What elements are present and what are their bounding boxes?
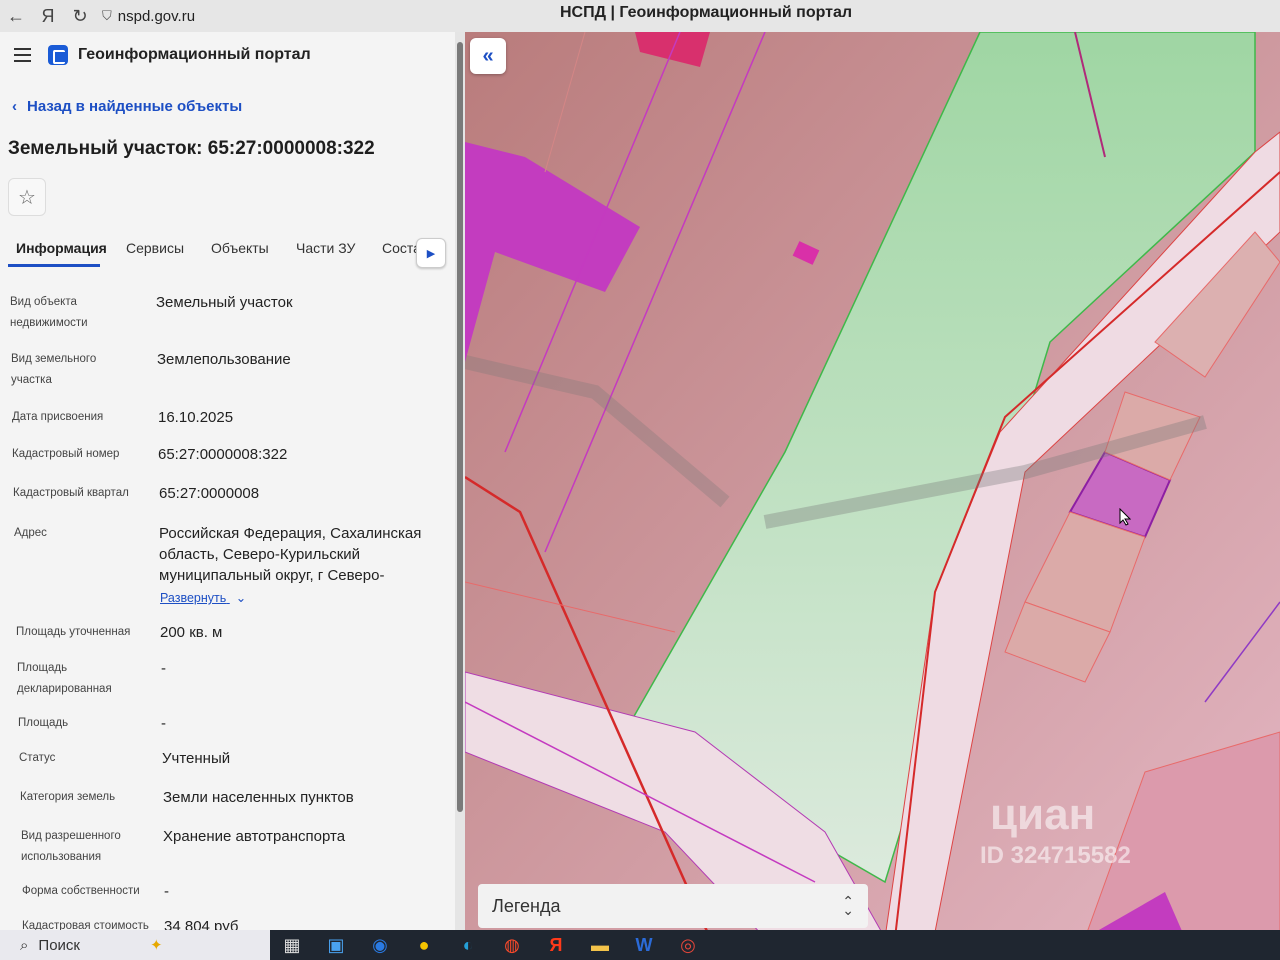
field-label: Статус	[19, 752, 56, 764]
search-icon: ⌕	[20, 936, 29, 954]
field-value: Учтенный	[162, 750, 231, 767]
chevron-left-icon: ‹	[12, 98, 17, 115]
word-icon[interactable]: W	[622, 930, 666, 960]
search-label: Поиск	[38, 936, 80, 954]
sparkle-icon: ✦	[149, 937, 163, 954]
field-label: Адрес	[14, 527, 47, 539]
yandex-icon[interactable]: Я	[534, 930, 578, 960]
back-to-results-link[interactable]: ‹ Назад в найденные объекты	[12, 98, 242, 115]
mouse-cursor-icon	[1119, 508, 1131, 526]
panel-scrollbar[interactable]	[455, 32, 465, 930]
info-panel: Геоинформационный портал ‹ Назад в найде…	[0, 32, 455, 930]
cadastral-map[interactable]	[465, 32, 1280, 938]
chrome-icon[interactable]: ◎	[666, 930, 710, 960]
reload-icon[interactable]: ↻	[64, 6, 96, 27]
back-arrow-icon[interactable]: ←	[0, 6, 32, 27]
field-label: Вид разрешенного использования	[21, 830, 121, 863]
expand-label: Развернуть	[160, 591, 227, 605]
chevron-down-icon: ⌄	[235, 591, 247, 605]
panel-header: Геоинформационный портал	[0, 32, 455, 78]
task-view-icon[interactable]: ▦	[270, 930, 314, 960]
field-label: Форма собственности	[22, 885, 140, 897]
tab-bar: Информация Сервисы Объекты Части ЗУ Сост…	[0, 232, 455, 268]
field-value: Российская Федерация, Сахалинская област…	[159, 525, 422, 584]
field-label: Вид объекта недвижимости	[10, 296, 88, 329]
field-value: 16.10.2025	[158, 409, 234, 426]
menu-icon[interactable]	[4, 37, 40, 73]
field-value: 200 кв. м	[160, 624, 223, 641]
tab-title: НСПД | Геоинформационный портал	[560, 4, 853, 21]
shield-icon: ⛉	[102, 8, 112, 23]
scrollbar-thumb[interactable]	[457, 42, 463, 812]
field-label: Площадь декларированная	[17, 662, 112, 695]
map-view[interactable]	[465, 32, 1280, 938]
app-icon[interactable]: ●	[402, 930, 446, 960]
field-value: Землепользование	[157, 351, 291, 368]
favorite-star-icon[interactable]: ☆	[8, 178, 46, 216]
tabs-next-arrow-icon[interactable]: ▶	[416, 238, 446, 268]
collapse-panel-button[interactable]: «	[470, 38, 506, 74]
legend-dropdown[interactable]: Легенда ⌃ ⌄	[478, 884, 868, 928]
portal-logo-icon	[48, 45, 68, 65]
yandex-icon[interactable]: Я	[32, 6, 64, 27]
field-value: 34 804 руб	[164, 918, 239, 930]
field-label: Кадастровая стоимость	[22, 920, 149, 930]
portal-title: Геоинформационный портал	[78, 46, 311, 63]
field-label: Категория земель	[20, 791, 116, 803]
page-title: Земельный участок: 65:27:0000008:322	[8, 138, 375, 159]
expand-address-link[interactable]: Развернуть ⌄	[160, 590, 246, 605]
field-label: Вид земельного участка	[11, 353, 97, 386]
edge-icon[interactable]: ◐	[446, 930, 490, 960]
windows-taskbar: ⌕ Поиск ✦ ▦ ▣ ◉ ● ◐ ◍ Я ▬ W ◎	[0, 930, 1280, 960]
browser-toolbar: ← Я ↻ ⛉ nspd.gov.ru НСПД | Геоинформацио…	[0, 0, 1280, 32]
field-value: -	[161, 715, 166, 732]
field-label: Площадь	[18, 717, 69, 729]
field-value: Земельный участок	[156, 294, 293, 311]
field-value[interactable]: 65:27:0000008	[159, 483, 259, 504]
field-value: -	[161, 660, 166, 677]
watermark-id: ID 324715582	[980, 842, 1131, 869]
field-value: Хранение автотранспорта	[163, 828, 346, 845]
field-label: Кадастровый номер	[12, 448, 120, 460]
store-icon[interactable]: ▣	[314, 930, 358, 960]
tab-information[interactable]: Информация	[16, 240, 107, 256]
field-value: -	[164, 883, 169, 900]
back-link-label: Назад в найденные объекты	[27, 98, 243, 115]
tab-parts[interactable]: Части ЗУ	[296, 240, 355, 256]
legend-label: Легенда	[492, 895, 561, 916]
address-bar[interactable]: ⛉ nspd.gov.ru	[102, 8, 195, 25]
field-value[interactable]: 65:27:0000008:322	[158, 444, 287, 465]
tab-services[interactable]: Сервисы	[126, 240, 184, 256]
field-label: Дата присвоения	[12, 411, 104, 423]
outlook-icon[interactable]: ◉	[358, 930, 402, 960]
watermark-logo: циан	[990, 790, 1096, 839]
expand-collapse-icon: ⌃ ⌄	[842, 893, 854, 918]
field-value: Земли населенных пунктов	[163, 789, 354, 806]
url-text[interactable]: nspd.gov.ru	[118, 8, 195, 25]
taskbar-search[interactable]: ⌕ Поиск ✦	[0, 930, 270, 960]
field-label: Кадастровый квартал	[13, 487, 129, 499]
tab-objects[interactable]: Объекты	[211, 240, 269, 256]
field-label: Площадь уточненная	[16, 626, 131, 638]
yandex-browser-icon[interactable]: ◍	[490, 930, 534, 960]
active-tab-indicator	[8, 264, 100, 267]
folder-icon[interactable]: ▬	[578, 930, 622, 960]
